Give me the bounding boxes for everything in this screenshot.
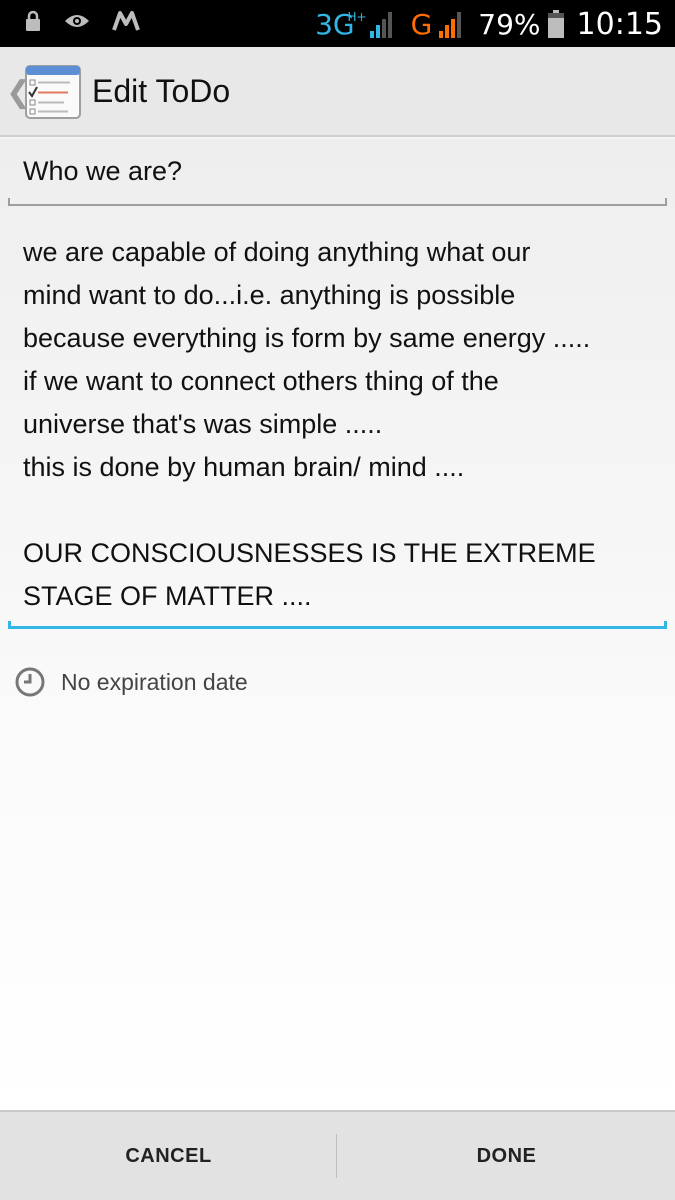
network-g-label: G bbox=[410, 7, 433, 41]
status-system-icons: 3G H+ G 79% 10:15 bbox=[315, 4, 663, 44]
signal-icon bbox=[369, 12, 392, 38]
status-notification-icons bbox=[24, 10, 140, 32]
status-bar: 3G H+ G 79% 10:15 bbox=[0, 0, 675, 47]
done-button[interactable]: DONE bbox=[338, 1112, 675, 1200]
network-hplus-label: H+ bbox=[347, 9, 367, 24]
button-divider bbox=[336, 1134, 337, 1178]
lock-icon bbox=[26, 10, 40, 31]
network-3g-label: 3G H+ bbox=[315, 7, 367, 41]
action-bar: ❮ Edit ToDo bbox=[0, 47, 675, 137]
battery-icon bbox=[547, 10, 564, 38]
eye-icon bbox=[65, 15, 89, 27]
page-title: Edit ToDo bbox=[92, 73, 231, 109]
edit-form: Who we are? we are capable of doing anyt… bbox=[0, 139, 675, 1110]
todo-body-field[interactable]: we are capable of doing anything what ou… bbox=[8, 224, 667, 629]
bottom-button-bar: CANCEL DONE bbox=[0, 1110, 675, 1200]
title-field-underline bbox=[8, 198, 667, 206]
todo-title-field[interactable]: Who we are? bbox=[8, 139, 667, 206]
m-app-icon bbox=[112, 11, 140, 31]
todo-body-value[interactable]: we are capable of doing anything what ou… bbox=[23, 231, 663, 618]
todo-list-icon[interactable] bbox=[24, 64, 82, 120]
todo-title-value[interactable]: Who we are? bbox=[23, 156, 182, 187]
battery-percent: 79% bbox=[478, 7, 541, 41]
clock-icon bbox=[15, 667, 45, 697]
expiration-label[interactable]: No expiration date bbox=[61, 669, 248, 696]
cancel-button[interactable]: CANCEL bbox=[0, 1112, 337, 1200]
expiration-row[interactable]: No expiration date bbox=[14, 666, 248, 698]
body-field-underline bbox=[8, 621, 667, 629]
clock-time: 10:15 bbox=[576, 6, 663, 42]
signal-g-icon bbox=[439, 12, 462, 38]
